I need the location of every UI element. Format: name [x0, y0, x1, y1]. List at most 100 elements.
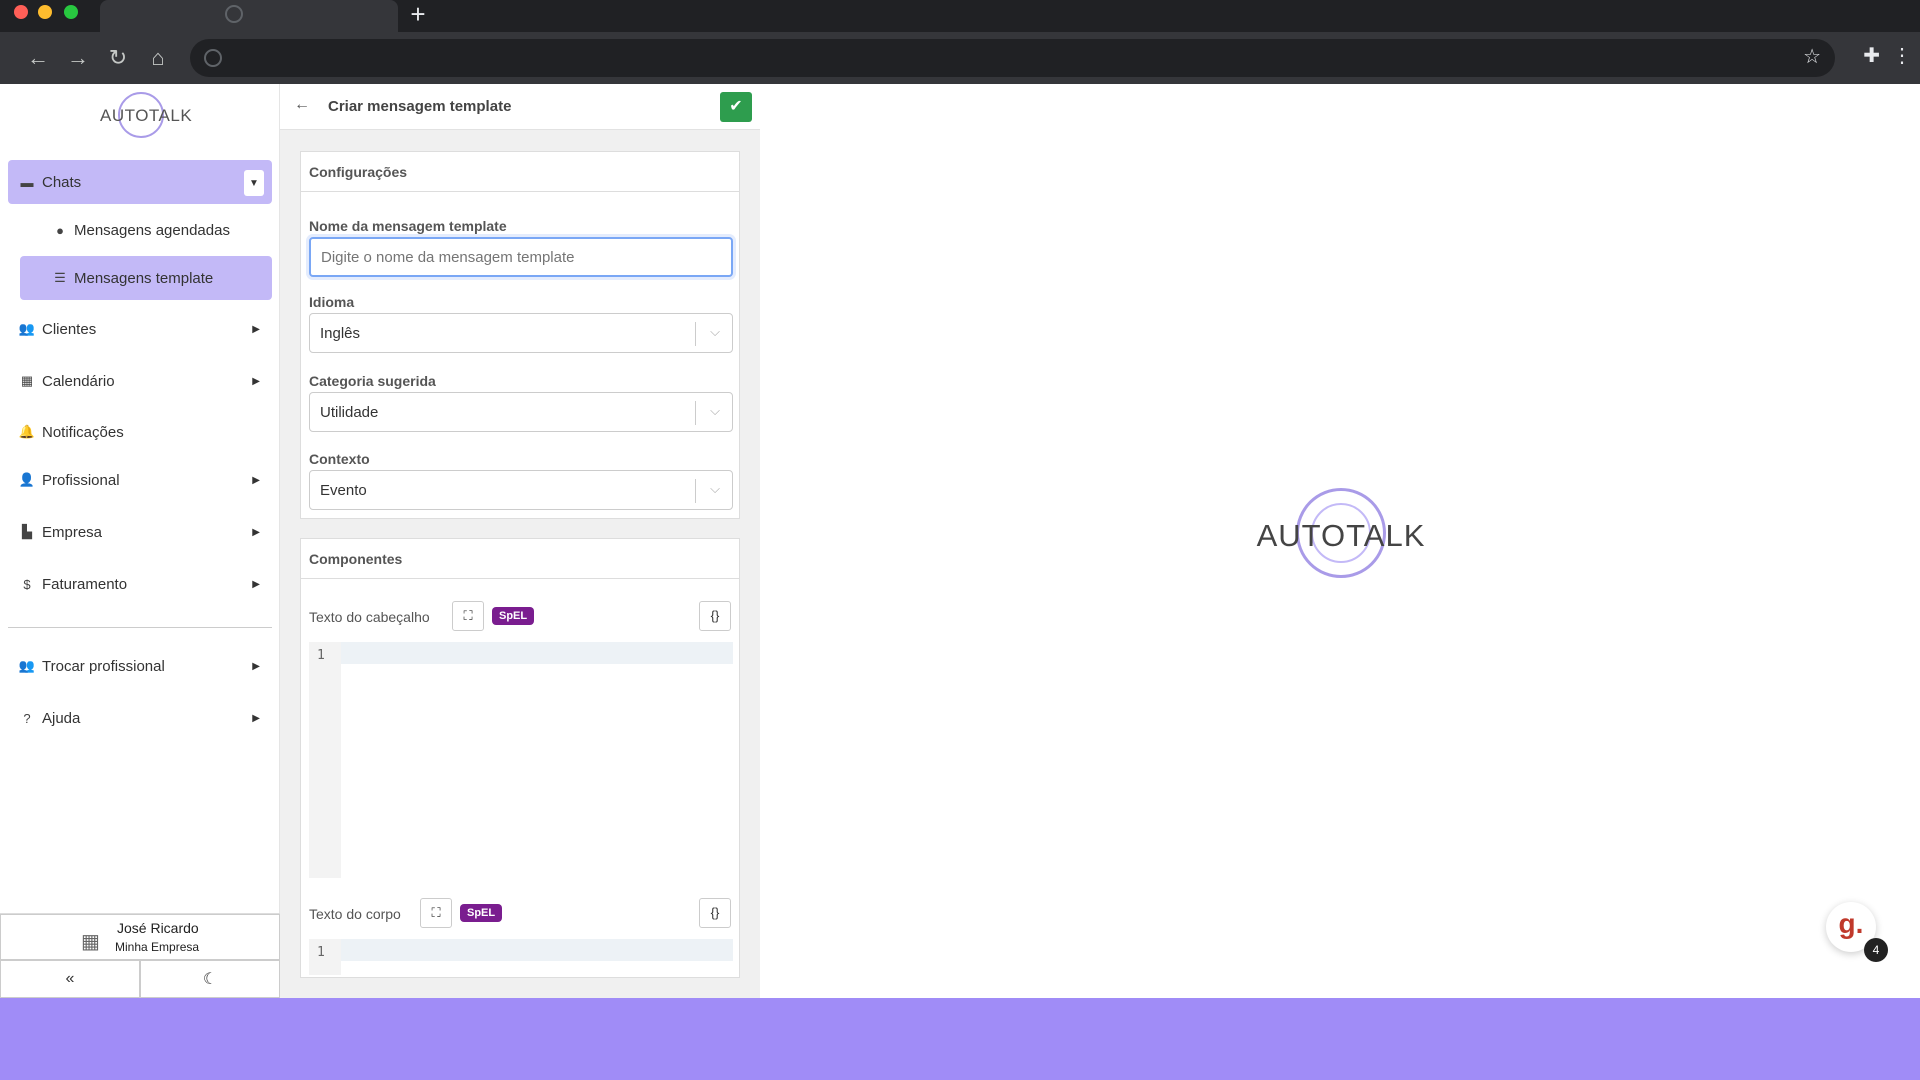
save-button[interactable]: ✔ — [720, 92, 752, 122]
context-value: Evento — [320, 482, 367, 499]
caret-right-icon: ▶ — [252, 375, 260, 387]
sidebar-item-label: Mensagens agendadas — [74, 221, 230, 239]
forward-icon[interactable]: → — [64, 44, 92, 72]
notification-badge: 4 — [1864, 938, 1888, 962]
line-number: 1 — [317, 648, 325, 663]
caret-right-icon: ▶ — [252, 323, 260, 335]
sidebar-item-label: Faturamento — [42, 575, 128, 593]
chevron-down-icon: ⌵ — [710, 403, 720, 418]
user-panel: ▦ José Ricardo Minha Empresa « ☾ — [0, 913, 280, 998]
browser-tab[interactable] — [100, 0, 398, 32]
sidebar-item-label: Clientes — [42, 320, 97, 338]
sidebar-item-clientes[interactable]: 👥 Clientes ▶ — [8, 307, 272, 351]
back-icon[interactable]: ← — [24, 44, 52, 72]
sidebar-item-label: Calendário — [42, 372, 115, 390]
spel-badge[interactable]: SpEL — [492, 607, 535, 625]
calendar-icon: ▦ — [20, 373, 34, 388]
moon-icon: ☾ — [202, 971, 218, 988]
body-code-editor[interactable]: 1 — [309, 939, 733, 975]
sidebar-item-label: Ajuda — [42, 709, 81, 727]
user-info[interactable]: ▦ José Ricardo Minha Empresa — [0, 914, 280, 960]
sidebar-item-chats[interactable]: ▬ Chats ▼ — [8, 160, 272, 204]
new-tab-button[interactable]: + — [405, 1, 431, 27]
sidebar-divider — [8, 627, 272, 628]
sidebar-item-label: Trocar profissional — [42, 657, 165, 675]
chevron-down-icon[interactable]: ▼ — [244, 170, 264, 196]
home-icon[interactable]: ⌂ — [144, 44, 172, 72]
sidebar-item-faturamento[interactable]: $ Faturamento ▶ — [8, 562, 272, 606]
address-bar[interactable]: ☆ — [190, 39, 1835, 77]
back-arrow-icon[interactable]: ← — [294, 96, 310, 114]
user-name: José Ricardo — [117, 920, 199, 936]
category-select[interactable]: Utilidade ⌵ — [309, 392, 733, 432]
template-form-panel: ← Criar mensagem template ✔ Configuraçõe… — [280, 84, 760, 998]
expand-icon[interactable]: ⛶ — [452, 601, 484, 631]
caret-right-icon: ▶ — [252, 526, 260, 538]
sidebar: AUTOTALK ▬ Chats ▼ ● Mensagens agendadas… — [0, 84, 280, 998]
language-label: Idioma — [309, 294, 355, 310]
maximize-window-button[interactable] — [64, 5, 78, 19]
close-window-button[interactable] — [14, 5, 28, 19]
user-tie-icon: 👤 — [18, 472, 36, 487]
dark-mode-button[interactable]: ☾ — [140, 960, 280, 998]
reload-icon[interactable]: ↻ — [104, 44, 132, 72]
template-name-input[interactable] — [309, 237, 733, 277]
sidebar-item-profissional[interactable]: 👤 Profissional ▶ — [8, 458, 272, 502]
chevron-down-icon: ⌵ — [710, 481, 720, 496]
sidebar-item-empresa[interactable]: ▙ Empresa ▶ — [8, 510, 272, 554]
building-avatar-icon: ▦ — [81, 931, 100, 953]
list-icon: ☰ — [54, 270, 66, 285]
bottom-band — [0, 998, 1920, 1080]
users-swap-icon: 👥 — [18, 658, 36, 673]
globe-icon — [225, 5, 243, 23]
form-header: ← Criar mensagem template ✔ — [280, 84, 760, 130]
bell-icon: 🔔 — [18, 424, 36, 439]
braces-icon[interactable]: {} — [699, 898, 731, 928]
comment-icon: ▬ — [20, 174, 34, 190]
autotalk-logo[interactable]: AUTOTALK — [100, 92, 192, 138]
sidebar-item-trocar-profissional[interactable]: 👥 Trocar profissional ▶ — [8, 644, 272, 688]
chevron-down-icon: ⌵ — [710, 324, 720, 339]
expand-icon[interactable]: ⛶ — [420, 898, 452, 928]
app: AUTOTALK ▬ Chats ▼ ● Mensagens agendadas… — [0, 84, 1920, 998]
config-card: Configurações Nome da mensagem template … — [300, 151, 740, 519]
braces-icon[interactable]: {} — [699, 601, 731, 631]
spel-badge[interactable]: SpEL — [460, 904, 503, 922]
clock-icon: ● — [56, 222, 64, 238]
header-code-editor[interactable]: 1 — [309, 642, 733, 878]
sidebar-item-label: Mensagens template — [74, 269, 214, 287]
category-value: Utilidade — [320, 404, 379, 421]
page-title: Criar mensagem template — [328, 98, 512, 115]
header-text-label: Texto do cabeçalho — [309, 609, 430, 625]
user-company: Minha Empresa — [115, 940, 200, 954]
collapse-sidebar-button[interactable]: « — [0, 960, 140, 998]
sidebar-item-ajuda[interactable]: ? Ajuda ▶ — [8, 696, 272, 740]
line-number: 1 — [317, 945, 325, 960]
context-label: Contexto — [309, 451, 370, 467]
sidebar-item-label: Notificações — [42, 423, 124, 441]
sidebar-item-label: Profissional — [42, 471, 120, 489]
components-card: Componentes Texto do cabeçalho ⛶ SpEL {}… — [300, 538, 740, 978]
question-icon: ? — [23, 710, 31, 726]
sidebar-item-mensagens-template[interactable]: ☰ Mensagens template — [20, 256, 272, 300]
preview-panel: AUTOTALK g. 4 — [760, 84, 1920, 998]
autotalk-logo: AUTOTALK — [1256, 488, 1426, 588]
body-text-label: Texto do corpo — [309, 906, 401, 922]
context-select[interactable]: Evento ⌵ — [309, 470, 733, 510]
browser-toolbar: ← → ↻ ⌂ ☆ ✚ ⋮ — [0, 32, 1920, 84]
sidebar-item-calendario[interactable]: ▦ Calendário ▶ — [8, 359, 272, 403]
extensions-icon[interactable]: ✚ — [1863, 42, 1880, 70]
globe-icon — [204, 49, 222, 67]
browser-menu-icon[interactable]: ⋮ — [1892, 42, 1912, 70]
caret-right-icon: ▶ — [252, 578, 260, 590]
users-icon: 👥 — [18, 321, 36, 336]
sidebar-item-label: Empresa — [42, 523, 103, 541]
sidebar-item-mensagens-agendadas[interactable]: ● Mensagens agendadas — [20, 208, 272, 252]
language-select[interactable]: Inglês ⌵ — [309, 313, 733, 353]
bookmark-star-icon[interactable]: ☆ — [1803, 44, 1821, 69]
double-chevron-left-icon: « — [65, 970, 75, 987]
name-label: Nome da mensagem template — [309, 218, 507, 234]
minimize-window-button[interactable] — [38, 5, 52, 19]
components-title: Componentes — [301, 539, 739, 579]
sidebar-item-notificacoes[interactable]: 🔔 Notificações — [8, 410, 272, 454]
